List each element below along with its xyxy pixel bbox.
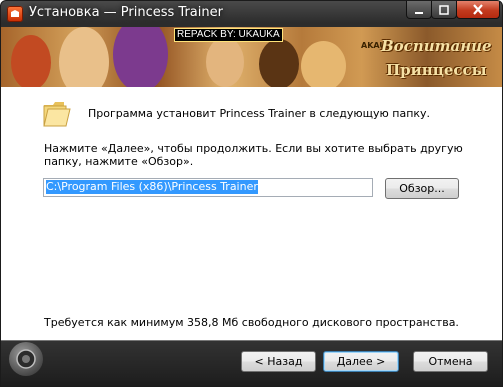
game-logo-line2: Принцессы (386, 61, 487, 79)
install-description: Программа установит Princess Trainer в с… (88, 107, 431, 120)
folder-icon (42, 97, 72, 133)
disk-space-text: Требуется как минимум 358,8 Мб свободног… (44, 316, 459, 329)
install-path-value: C:\Program Files (x86)\Princess Trainer (46, 180, 258, 194)
title-bar[interactable]: Установка — Princess Trainer (1, 1, 502, 27)
header-banner: REPACK BY: UKAUKA AKAURUS Воспитание При… (1, 27, 502, 87)
installer-icon (7, 6, 23, 22)
cancel-button[interactable]: Отмена (413, 351, 488, 372)
next-button[interactable]: Далее > (323, 351, 399, 372)
window-title: Установка — Princess Trainer (29, 5, 223, 20)
maximize-icon (439, 4, 449, 15)
browse-button[interactable]: Обзор... (385, 178, 459, 199)
instructions-text: Нажмите «Далее», чтобы продолжить. Если … (44, 142, 463, 168)
maximize-button[interactable] (431, 1, 457, 19)
installer-window: Установка — Princess Trainer REPACK BY: … (0, 0, 503, 387)
close-button[interactable] (456, 1, 500, 19)
main-content: Программа установит Princess Trainer в с… (1, 87, 502, 340)
game-logo-line1: Воспитание (381, 37, 492, 55)
repack-label: REPACK BY: UKAUKA (174, 28, 283, 42)
close-icon (473, 4, 483, 15)
install-path-input[interactable]: C:\Program Files (x86)\Princess Trainer (43, 178, 373, 197)
minimize-icon (415, 11, 423, 14)
minimize-button[interactable] (406, 1, 432, 19)
divider (1, 340, 502, 341)
back-button[interactable]: < Назад (241, 351, 316, 372)
speaker-icon[interactable] (9, 342, 43, 376)
